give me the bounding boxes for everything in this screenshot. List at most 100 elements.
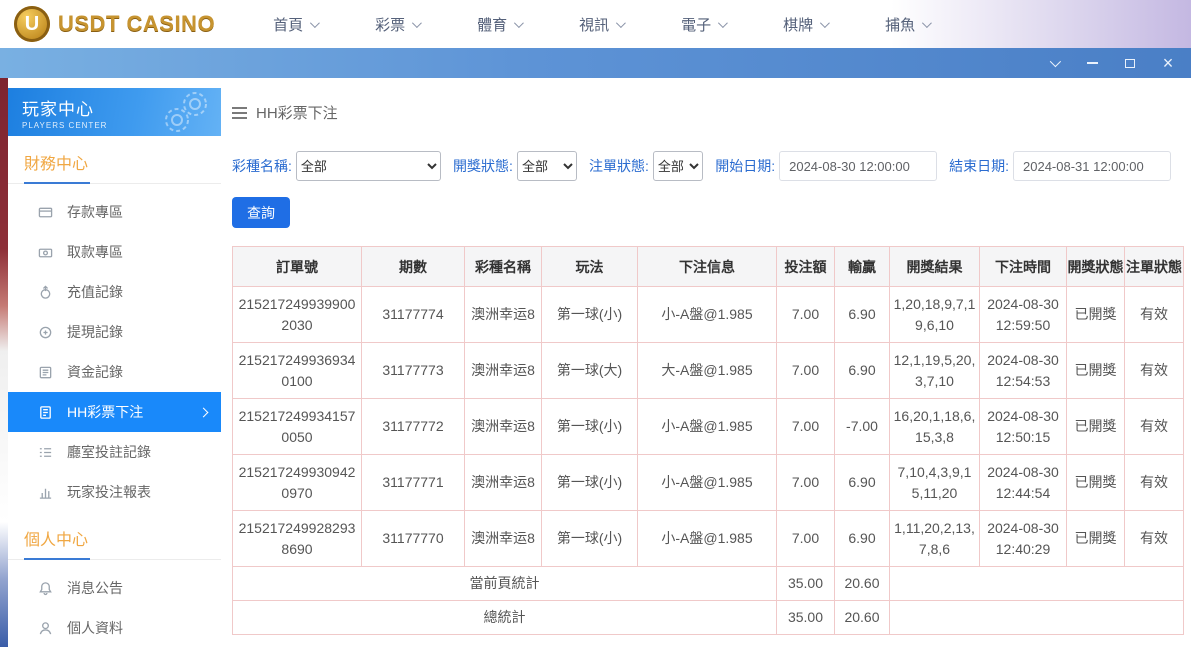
finance-menu: 存款專區 取款專區 充值記錄 提現記錄 資金記錄 HH彩票下注 (8, 184, 221, 512)
cell-lottery-name: 澳洲幸运8 (465, 511, 542, 567)
hamburger-icon[interactable] (232, 107, 247, 119)
chevron-down-icon (514, 18, 524, 28)
window-titlebar: × (0, 48, 1191, 78)
sidebar-item-hh-lottery-bets[interactable]: HH彩票下注 (8, 392, 221, 432)
nav-item-live[interactable]: 視訊 (579, 14, 623, 35)
table-row: 2152172499282938690 31177770 澳洲幸运8 第一球(小… (233, 511, 1184, 567)
top-nav: U USDT CASINO 首頁 彩票 體育 視訊 電子 棋牌 捕魚 (0, 0, 1191, 48)
end-date-input[interactable] (1013, 151, 1171, 181)
chevron-down-icon (412, 18, 422, 28)
cell-period: 31177771 (362, 455, 465, 511)
report-chart-icon (38, 485, 53, 500)
sidebar-item-deposit[interactable]: 存款專區 (8, 192, 221, 232)
sidebar-item-announcements[interactable]: 消息公告 (8, 568, 221, 608)
cell-bet-time: 2024-08-30 12:44:54 (980, 455, 1067, 511)
nav-item-sports[interactable]: 體育 (477, 14, 521, 35)
ledger-icon (38, 365, 53, 380)
cell-win-loss: -7.00 (835, 399, 890, 455)
column-header-draw-result: 開獎結果 (890, 247, 980, 287)
chevron-down-icon (310, 18, 320, 28)
window-controls: × (1047, 56, 1191, 70)
chevron-down-icon (718, 18, 728, 28)
cell-bet-amount: 7.00 (777, 287, 835, 343)
sidebar-item-withdrawal-record[interactable]: 提現記錄 (8, 312, 221, 352)
column-header-order-status: 注單狀態 (1125, 247, 1184, 287)
column-header-order-no: 訂單號 (233, 247, 362, 287)
table-row: 2152172499369340100 31177773 澳洲幸运8 第一球(大… (233, 343, 1184, 399)
nav-item-slots[interactable]: 電子 (681, 14, 725, 35)
sidebar-item-recharge-record[interactable]: 充值記錄 (8, 272, 221, 312)
logo[interactable]: U USDT CASINO (14, 6, 215, 42)
cell-lottery-name: 澳洲幸运8 (465, 399, 542, 455)
nav-item-lottery[interactable]: 彩票 (375, 14, 419, 35)
nav-item-fishing[interactable]: 捕魚 (885, 14, 929, 35)
bank-card-icon (38, 205, 53, 220)
sidebar-item-label: HH彩票下注 (67, 402, 143, 422)
coin-icon (38, 325, 53, 340)
maximize-icon (1125, 59, 1135, 68)
sidebar-item-hall-bet-record[interactable]: 廳室投註記錄 (8, 432, 221, 472)
maximize-button[interactable] (1123, 56, 1137, 70)
sidebar-item-label: 充值記錄 (67, 282, 123, 302)
cell-play-type: 第一球(小) (542, 287, 638, 343)
order-status-select[interactable]: 全部 (653, 151, 703, 181)
cell-play-type: 第一球(小) (542, 455, 638, 511)
cell-order-no: 2152172499399002030 (233, 287, 362, 343)
summary-win-total: 20.60 (835, 567, 890, 601)
column-header-play-type: 玩法 (542, 247, 638, 287)
personal-menu: 消息公告 個人資料 (8, 560, 221, 647)
cell-draw-status: 已開獎 (1067, 399, 1125, 455)
cell-lottery-name: 澳洲幸运8 (465, 455, 542, 511)
chevron-down-icon (922, 18, 932, 28)
cell-bet-amount: 7.00 (777, 455, 835, 511)
cell-draw-status: 已開獎 (1067, 343, 1125, 399)
bell-icon (38, 581, 53, 596)
cell-draw-status: 已開獎 (1067, 287, 1125, 343)
main-menu: 首頁 彩票 體育 視訊 電子 棋牌 捕魚 (273, 14, 929, 35)
nav-item-home[interactable]: 首頁 (273, 14, 317, 35)
column-header-bet-info: 下注信息 (638, 247, 777, 287)
cell-order-status: 有效 (1125, 343, 1184, 399)
cell-order-status: 有效 (1125, 399, 1184, 455)
sidebar-item-profile[interactable]: 個人資料 (8, 608, 221, 647)
breadcrumb: HH彩票下注 (232, 102, 1183, 123)
minimize-button[interactable] (1085, 56, 1099, 70)
bet-document-icon (38, 405, 53, 420)
nav-item-boardgames[interactable]: 棋牌 (783, 14, 827, 35)
sidebar-item-funds-record[interactable]: 資金記錄 (8, 352, 221, 392)
cell-draw-status: 已開獎 (1067, 511, 1125, 567)
sidebar-item-label: 廳室投註記錄 (67, 442, 151, 462)
list-icon (38, 445, 53, 460)
column-header-bet-amount: 投注額 (777, 247, 835, 287)
sidebar-item-label: 個人資料 (67, 618, 123, 638)
cell-draw-result: 12,1,19,5,20,3,7,10 (890, 343, 980, 399)
nav-item-label: 捕魚 (885, 14, 915, 35)
summary-bet-total: 35.00 (777, 567, 835, 601)
summary-empty (890, 567, 1184, 601)
minimize-icon (1087, 62, 1098, 64)
lottery-name-select[interactable]: 全部 (296, 151, 441, 181)
table-row: 2152172499399002030 31177774 澳洲幸运8 第一球(小… (233, 287, 1184, 343)
cell-order-status: 有效 (1125, 455, 1184, 511)
column-header-lottery-name: 彩種名稱 (465, 247, 542, 287)
sidebar-item-label: 消息公告 (67, 578, 123, 598)
query-button[interactable]: 查詢 (232, 197, 290, 228)
collapse-button[interactable] (1047, 56, 1061, 70)
grand-summary-row: 總統計 35.00 20.60 (233, 601, 1184, 635)
cell-order-no: 2152172499369340100 (233, 343, 362, 399)
sidebar-item-player-bet-report[interactable]: 玩家投注報表 (8, 472, 221, 512)
summary-empty (890, 601, 1184, 635)
column-header-period: 期數 (362, 247, 465, 287)
draw-status-select[interactable]: 全部 (517, 151, 577, 181)
table-row: 2152172499341570050 31177772 澳洲幸运8 第一球(小… (233, 399, 1184, 455)
section-finance-center: 財務中心 (8, 150, 221, 184)
background-decoration (0, 78, 8, 647)
table-row: 2152172499309420970 31177771 澳洲幸运8 第一球(小… (233, 455, 1184, 511)
chevron-right-icon (199, 407, 209, 417)
filter-bar: 彩種名稱: 全部 開獎狀態: 全部 注單狀態: 全部 開始日期: 結束日期: (232, 151, 1183, 181)
cell-bet-info: 小-A盤@1.985 (638, 399, 777, 455)
start-date-input[interactable] (779, 151, 937, 181)
close-button[interactable]: × (1161, 56, 1175, 70)
order-status-label: 注單狀態: (589, 156, 649, 176)
sidebar-item-withdraw[interactable]: 取款專區 (8, 232, 221, 272)
